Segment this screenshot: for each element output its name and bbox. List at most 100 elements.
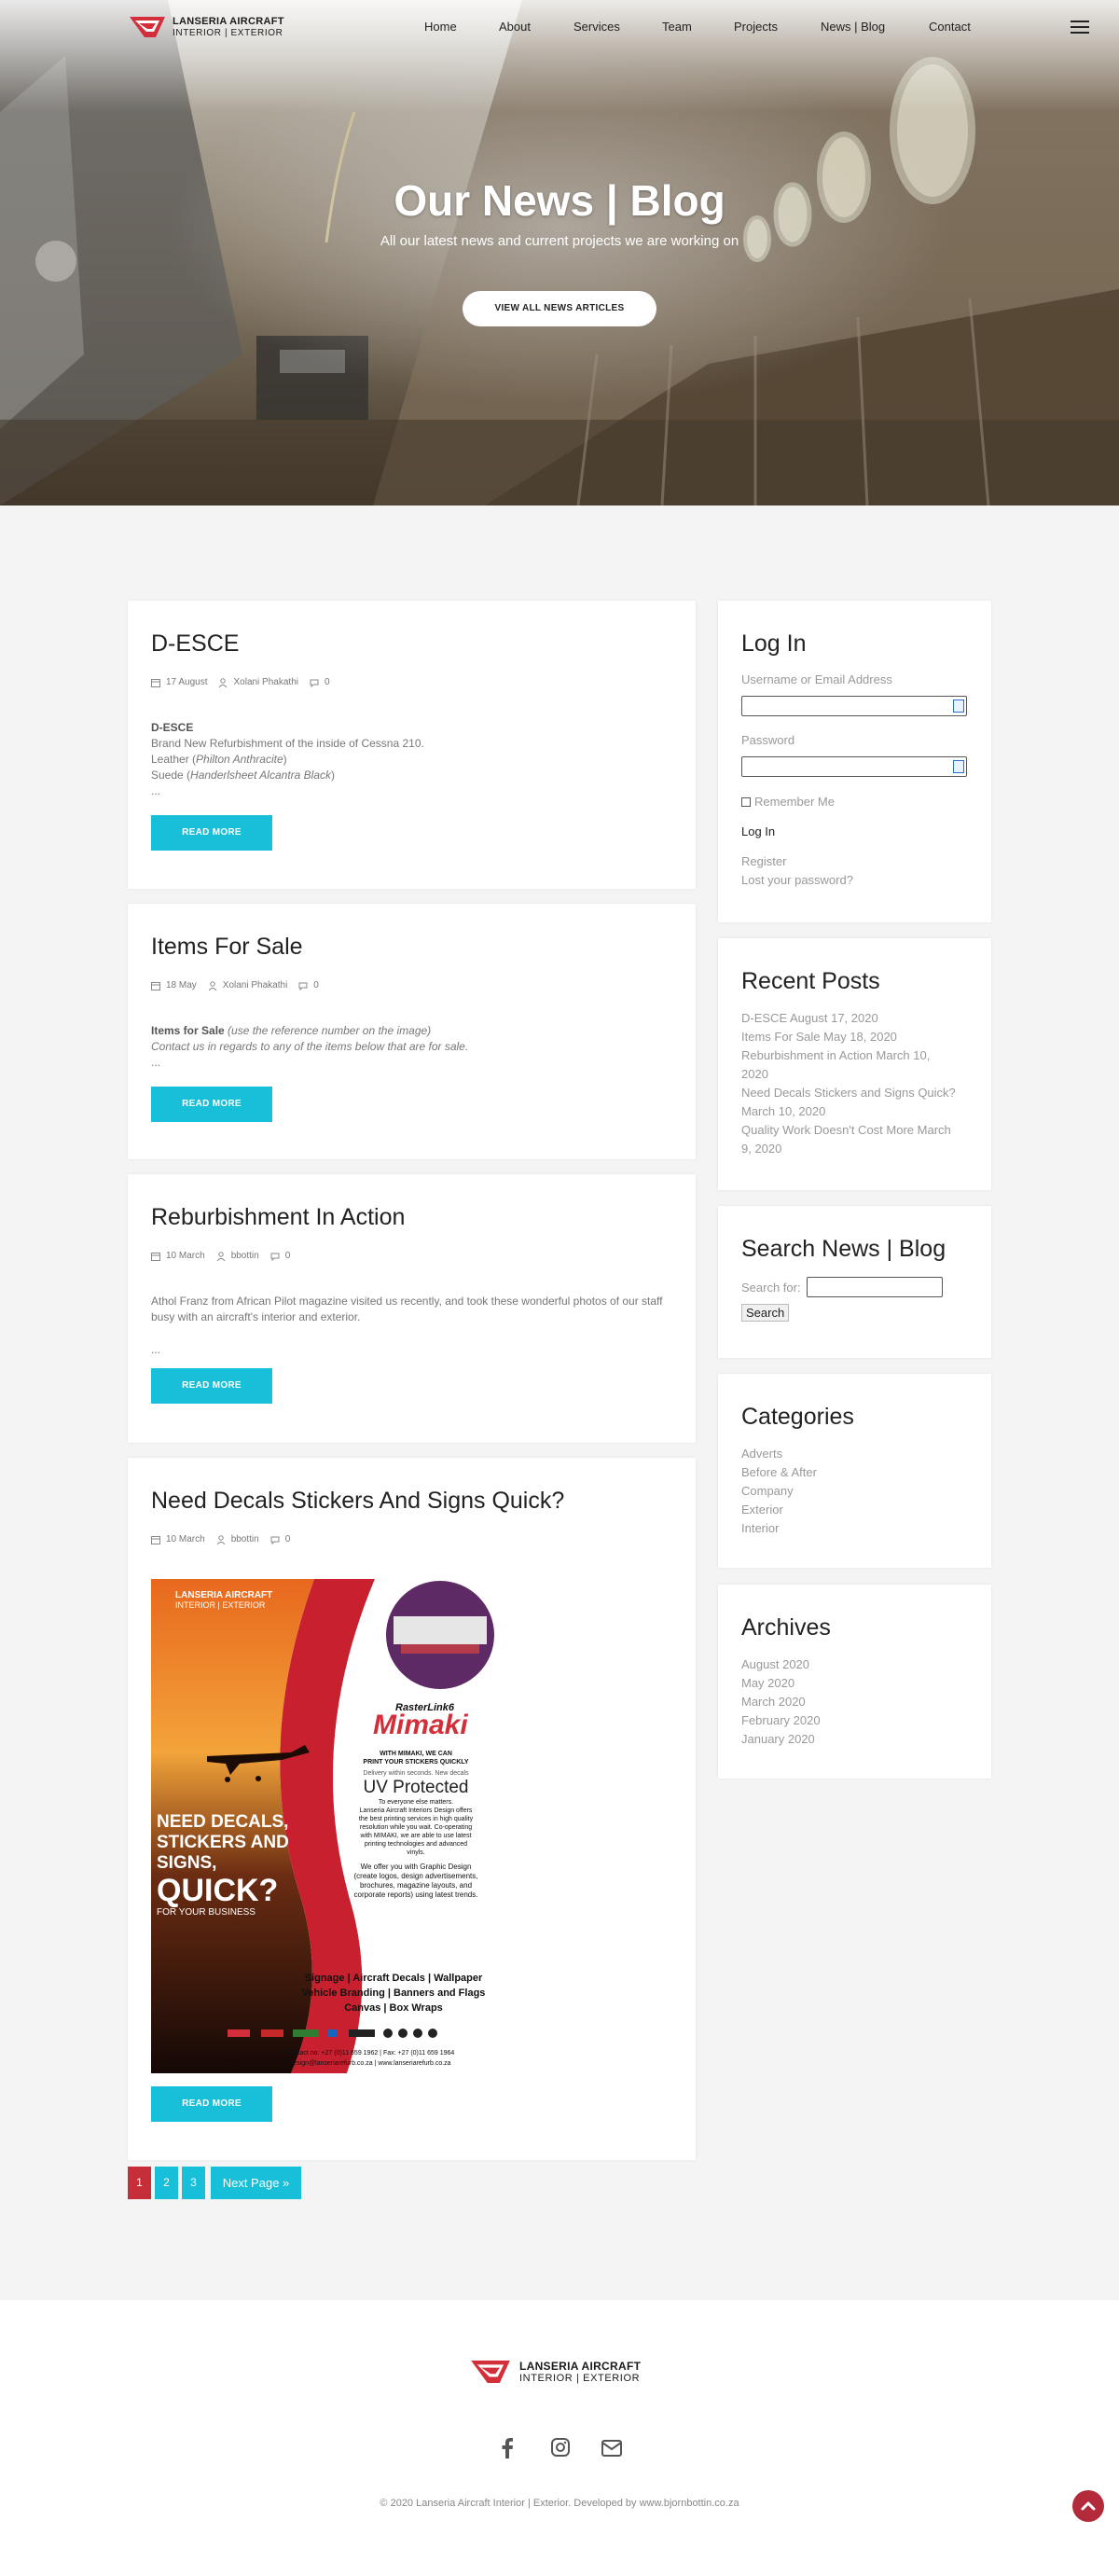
nav-services[interactable]: Services <box>573 20 620 34</box>
footer-logo[interactable]: LANSERIA AIRCRAFT INTERIOR | EXTERIOR <box>469 2356 641 2388</box>
post-author[interactable]: bbottin <box>231 1534 259 1544</box>
comment-icon <box>298 982 308 990</box>
nav-team[interactable]: Team <box>662 20 692 34</box>
facebook-icon[interactable] <box>501 2438 514 2458</box>
nav-projects[interactable]: Projects <box>734 20 778 34</box>
pagination-page-3[interactable]: 3 <box>182 2167 205 2199</box>
user-icon <box>216 1251 226 1261</box>
password-manager-icon[interactable] <box>953 699 964 713</box>
nav-news-blog[interactable]: News | Blog <box>821 20 885 34</box>
recent-post-link[interactable]: 9, 2020 <box>741 1140 974 1158</box>
poster-services-line: Vehicle Branding | Banners and Flags <box>301 1987 486 1999</box>
poster-line: brochures, magazine layouts, and <box>359 1881 473 1890</box>
post-author[interactable]: Xolani Phakathi <box>233 677 298 687</box>
logo-name: LANSERIA AIRCRAFT <box>173 15 284 27</box>
read-more-button[interactable]: READ MORE <box>151 815 272 851</box>
user-icon <box>216 1534 226 1544</box>
post-meta: 17 August Xolani Phakathi 0 <box>151 677 330 687</box>
recent-post-link[interactable]: D-ESCE August 17, 2020 <box>741 1009 974 1028</box>
recent-post-link[interactable]: Items For Sale May 18, 2020 <box>741 1028 974 1046</box>
category-link[interactable]: Exterior <box>741 1501 817 1519</box>
poster-services-line: Canvas | Box Wraps <box>344 2002 443 2014</box>
lost-password-link[interactable]: Lost your password? <box>741 871 853 890</box>
remember-me-label: Remember Me <box>754 795 835 809</box>
post-excerpt: D-ESCE Brand New Refurbishment of the in… <box>151 720 673 799</box>
post-comments[interactable]: 0 <box>285 1251 291 1261</box>
hamburger-menu-icon[interactable] <box>1071 21 1089 34</box>
category-link[interactable]: Before & After <box>741 1463 817 1482</box>
recent-post-link[interactable]: 2020 <box>741 1065 974 1084</box>
pagination-page-2[interactable]: 2 <box>155 2167 178 2199</box>
nav-home[interactable]: Home <box>424 20 457 34</box>
post-title[interactable]: D-ESCE <box>151 630 239 658</box>
username-input[interactable] <box>741 696 967 716</box>
user-icon <box>219 677 228 687</box>
category-link[interactable]: Interior <box>741 1519 817 1538</box>
recent-posts-widget: Recent Posts D-ESCE August 17, 2020 Item… <box>718 938 991 1190</box>
read-more-button[interactable]: READ MORE <box>151 1087 272 1122</box>
email-icon[interactable] <box>601 2440 622 2457</box>
read-more-button[interactable]: READ MORE <box>151 2086 272 2122</box>
poster-services: Signage | Aircraft Decals | Wallpaper Ve… <box>291 1971 496 2015</box>
post-comments[interactable]: 0 <box>313 980 319 990</box>
register-link[interactable]: Register <box>741 852 786 871</box>
calendar-icon <box>151 1252 160 1261</box>
poster-line: To everyone else matters. <box>378 1799 454 1806</box>
archive-link[interactable]: March 2020 <box>741 1693 821 1711</box>
password-manager-icon[interactable] <box>953 760 964 773</box>
site-footer: LANSERIA AIRCRAFT INTERIOR | EXTERIOR © … <box>0 2300 1119 2576</box>
search-widget: Search News | Blog Search for: Search <box>718 1206 991 1358</box>
post-title[interactable]: Need Decals Stickers And Signs Quick? <box>151 1488 564 1515</box>
pagination-page-1[interactable]: 1 <box>128 2167 151 2199</box>
poster-uv: UV Protected <box>363 1778 469 1797</box>
post-title[interactable]: Reburbishment In Action <box>151 1204 405 1231</box>
post-featured-image[interactable]: LANSERIA AIRCRAFT INTERIOR | EXTERIOR NE… <box>151 1579 498 2073</box>
excerpt-text: ) <box>283 753 287 766</box>
password-input[interactable] <box>741 756 967 777</box>
site-logo[interactable]: LANSERIA AIRCRAFT INTERIOR | EXTERIOR <box>128 13 284 41</box>
archive-link[interactable]: February 2020 <box>741 1711 821 1730</box>
post-title[interactable]: Items For Sale <box>151 934 303 961</box>
remember-me-checkbox[interactable] <box>741 796 751 807</box>
hero-banner: LANSERIA AIRCRAFT INTERIOR | EXTERIOR Ho… <box>0 0 1119 506</box>
poster-line: Lanseria Aircraft Interiors Design offer… <box>359 1807 473 1814</box>
username-label: Username or Email Address <box>741 672 892 686</box>
pagination-next-page[interactable]: Next Page » <box>211 2167 301 2199</box>
archive-link[interactable]: August 2020 <box>741 1655 821 1674</box>
category-link[interactable]: Company <box>741 1482 817 1501</box>
back-to-top-button[interactable] <box>1072 2490 1104 2522</box>
recent-post-link[interactable]: Need Decals Stickers and Signs Quick? <box>741 1084 974 1102</box>
poster-headline-line: NEED DECALS, <box>157 1812 289 1832</box>
recent-post-link[interactable]: March 10, 2020 <box>741 1102 974 1121</box>
poster-brand-line1: LANSERIA AIRCRAFT <box>175 1590 273 1600</box>
recent-post-link[interactable]: Reburbishment in Action March 10, <box>741 1046 974 1065</box>
post-meta: 18 May Xolani Phakathi 0 <box>151 980 319 990</box>
archive-link[interactable]: January 2020 <box>741 1730 821 1749</box>
post-author[interactable]: bbottin <box>231 1251 259 1261</box>
search-button[interactable]: Search <box>741 1304 790 1322</box>
footer-logo-name: LANSERIA AIRCRAFT <box>519 2359 642 2373</box>
recent-post-link[interactable]: Quality Work Doesn't Cost More March <box>741 1121 974 1140</box>
nav-about[interactable]: About <box>499 20 531 34</box>
post-card: Items For Sale 18 May Xolani Phakathi 0 … <box>128 904 696 1159</box>
poster-line: WITH MIMAKI, WE CAN <box>380 1751 452 1757</box>
read-more-button[interactable]: READ MORE <box>151 1368 272 1404</box>
post-comments[interactable]: 0 <box>285 1534 291 1544</box>
search-title: Search News | Blog <box>741 1236 946 1262</box>
poster-email-line: design@lanseriarefurb.co.za | www.lanser… <box>289 2060 451 2067</box>
search-input[interactable] <box>807 1277 943 1297</box>
excerpt-text-italic: Handerlsheet Alcantra Black <box>190 769 331 782</box>
poster-line: corporate reports) using latest trends. <box>353 1890 478 1899</box>
instagram-icon[interactable] <box>551 2438 570 2457</box>
category-link[interactable]: Adverts <box>741 1445 817 1463</box>
post-author[interactable]: Xolani Phakathi <box>223 980 288 990</box>
login-button[interactable]: Log In <box>741 824 775 838</box>
post-comments[interactable]: 0 <box>325 677 330 687</box>
view-all-news-button[interactable]: VIEW ALL NEWS ARTICLES <box>463 291 656 326</box>
poster-right-copy: WITH MIMAKI, WE CAN PRINT YOUR STICKERS … <box>338 1750 494 1900</box>
recent-posts-title: Recent Posts <box>741 968 880 994</box>
poster-services-line: Signage | Aircraft Decals | Wallpaper <box>304 1973 483 1984</box>
archive-link[interactable]: May 2020 <box>741 1674 821 1693</box>
nav-contact[interactable]: Contact <box>929 20 971 34</box>
categories-title: Categories <box>741 1404 854 1430</box>
